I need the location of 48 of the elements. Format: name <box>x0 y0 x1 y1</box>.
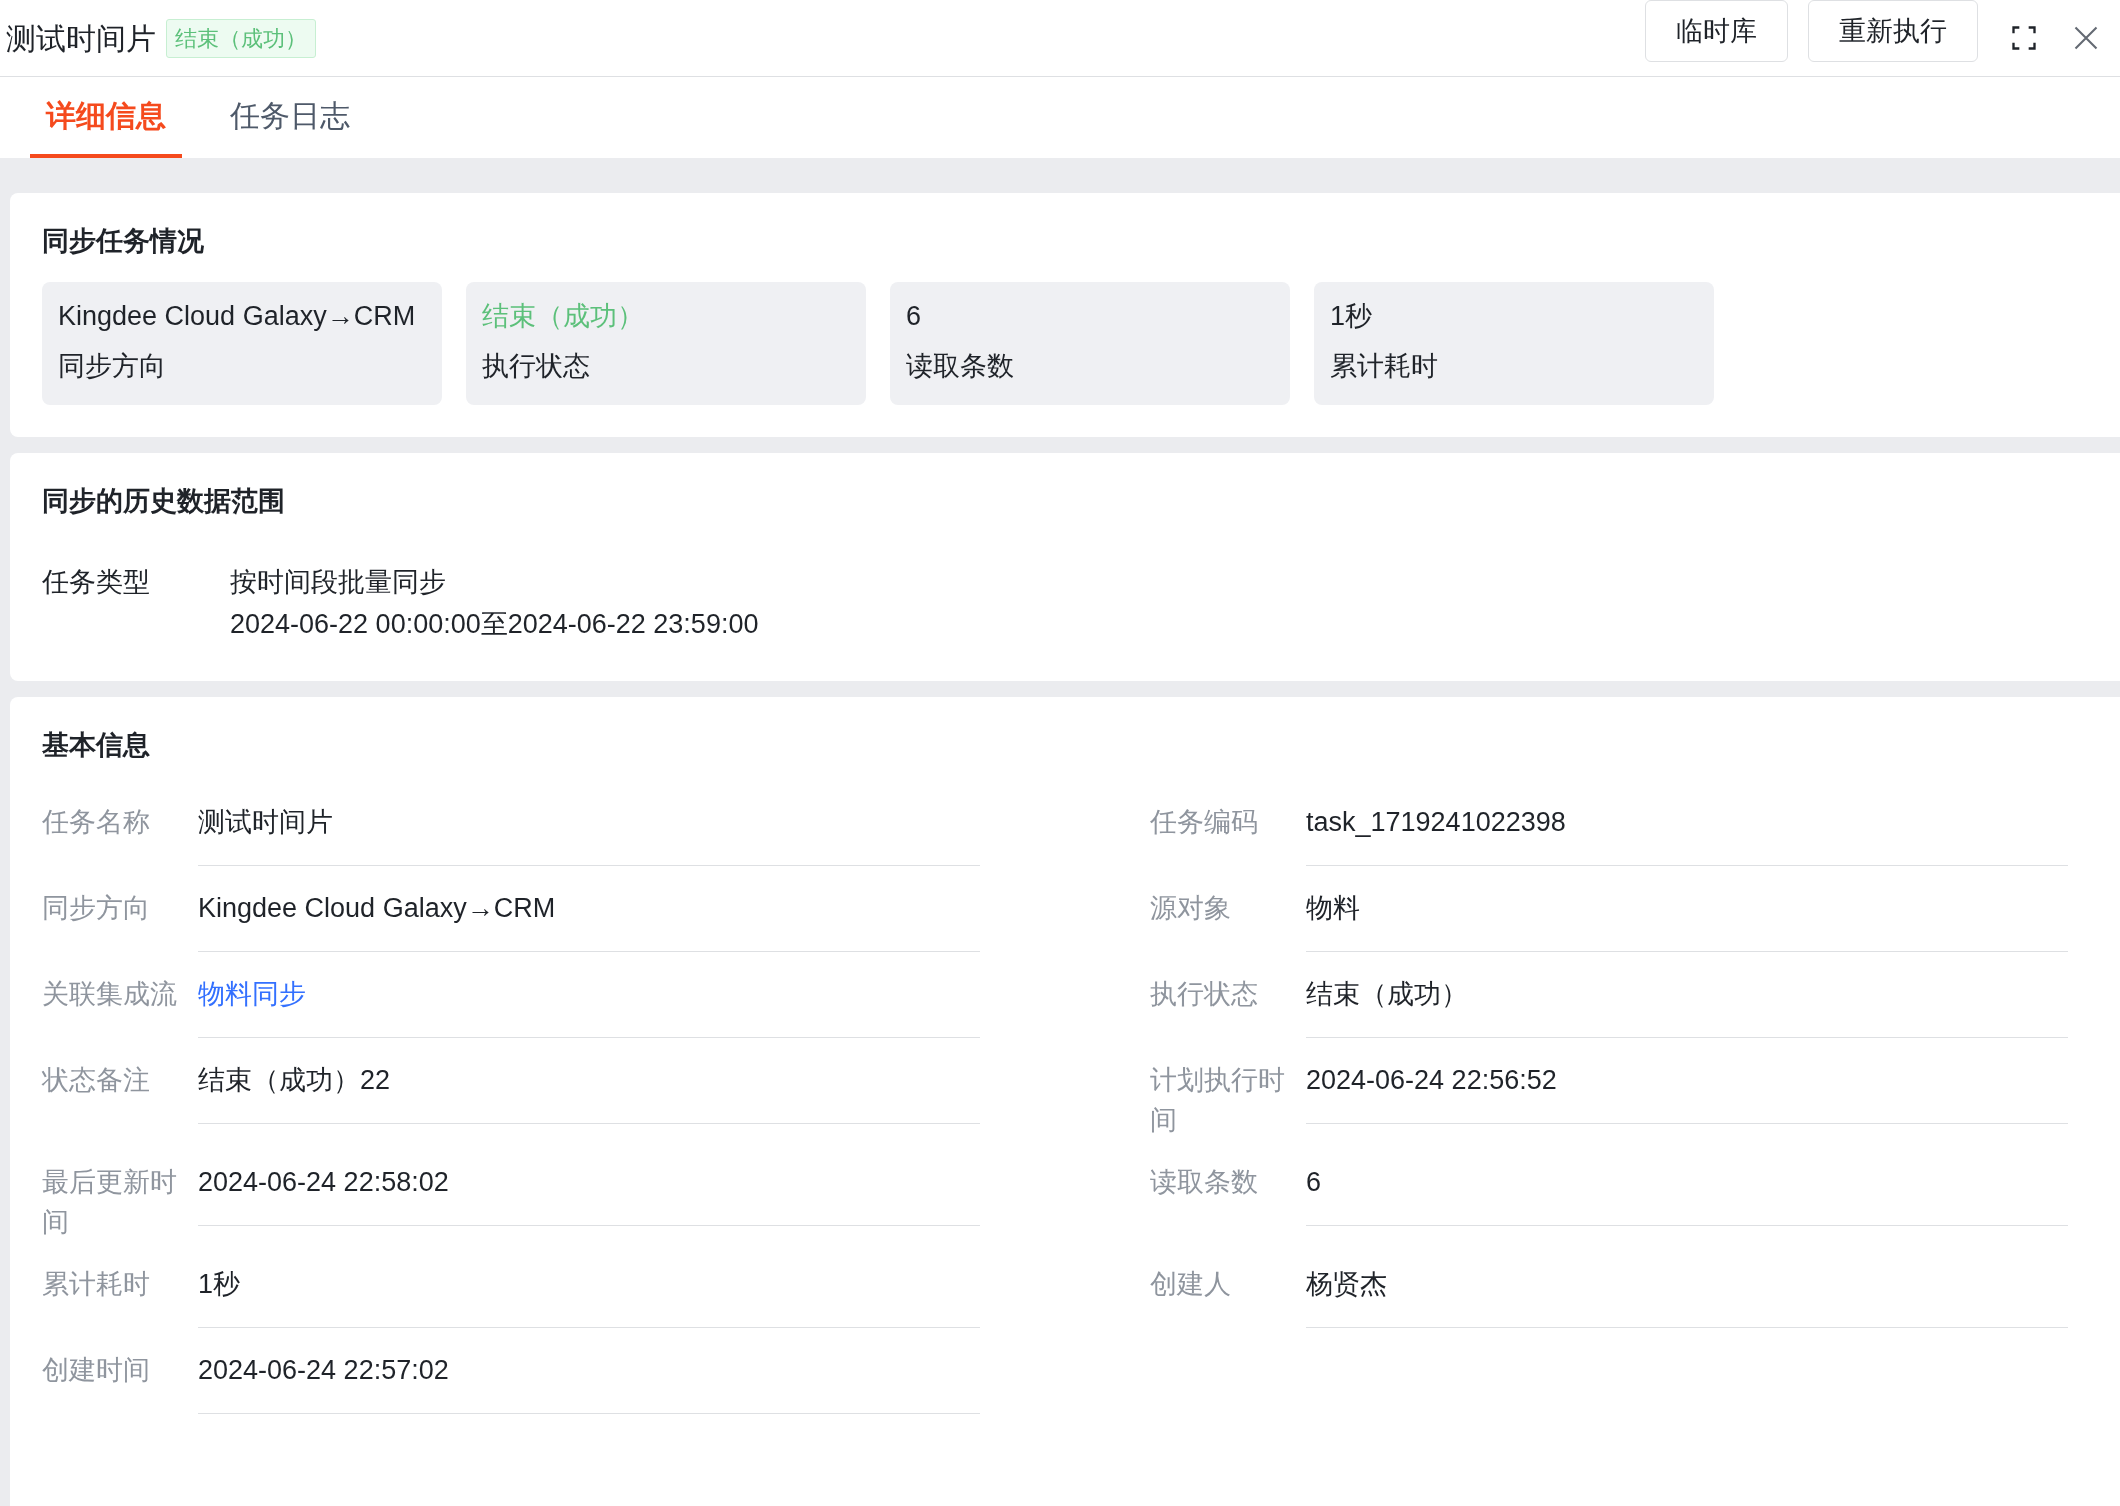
field-label: 源对象 <box>1150 891 1232 925</box>
field-label: 创建时间 <box>42 1353 151 1387</box>
stat-label: 同步方向 <box>58 350 167 383</box>
field-value: 2024-06-24 22:56:52 <box>1306 1064 1557 1095</box>
field-label: 最后更新时间 <box>42 1165 178 1239</box>
field-value: 结束（成功）22 <box>198 1064 391 1095</box>
field-label: 任务类型 <box>42 566 151 599</box>
range-text: 按时间段批量同步 <box>230 566 447 599</box>
field-value: 物料 <box>1306 892 1360 923</box>
field-label: 关联集成流 <box>42 977 178 1011</box>
field-value: task_1719241022398 <box>1306 806 1566 837</box>
field-value: 1秒 <box>198 1268 241 1299</box>
field-value: 2024-06-24 22:58:02 <box>198 1166 449 1197</box>
field-label: 计划执行时间 <box>1150 1063 1286 1137</box>
stat-label: 执行状态 <box>482 350 591 383</box>
field-value: 2024-06-24 22:57:02 <box>198 1354 449 1385</box>
field-label: 读取条数 <box>1150 1165 1259 1199</box>
field-label: 任务名称 <box>42 805 151 839</box>
field-label: 执行状态 <box>1150 977 1259 1011</box>
stat-value: 结束（成功） <box>482 299 645 333</box>
field-label: 同步方向 <box>42 891 151 925</box>
toolbar-button[interactable]: 重新执行 <box>1808 0 1978 62</box>
tab[interactable]: 详细信息 <box>30 77 182 158</box>
tab[interactable]: 任务日志 <box>214 77 366 158</box>
close-icon[interactable] <box>2072 24 2100 52</box>
stat-label: 累计耗时 <box>1330 350 1439 383</box>
stat-value: 6 <box>906 299 923 333</box>
field-value: Kingdee Cloud Galaxy→CRM <box>198 892 556 923</box>
field-label: 累计耗时 <box>42 1267 151 1301</box>
fullscreen-icon[interactable] <box>2010 24 2038 52</box>
page-title: 测试时间片 <box>6 20 156 57</box>
section-title: 同步的历史数据范围 <box>42 484 286 518</box>
flow-link[interactable]: 物料同步 <box>198 978 306 1009</box>
field-value: 测试时间片 <box>198 806 333 837</box>
field-value: 结束（成功） <box>1306 978 1468 1009</box>
field-value: 6 <box>1306 1166 1322 1197</box>
section-title: 基本信息 <box>42 729 151 762</box>
stat-value: 1秒 <box>1330 299 1374 333</box>
field-label: 状态备注 <box>42 1063 151 1097</box>
status-tag: 结束（成功） <box>166 18 316 58</box>
stat-label: 读取条数 <box>906 350 1015 383</box>
section-title: 同步任务情况 <box>42 225 205 258</box>
range-text: 2024-06-22 00:00:00至2024-06-22 23:59:00 <box>230 608 759 641</box>
field-value: 杨贤杰 <box>1306 1268 1387 1299</box>
field-label: 任务编码 <box>1150 805 1259 839</box>
stat-value: Kingdee Cloud Galaxy→CRM <box>58 299 417 333</box>
field-label: 创建人 <box>1150 1267 1232 1301</box>
toolbar-button[interactable]: 临时库 <box>1645 0 1788 62</box>
